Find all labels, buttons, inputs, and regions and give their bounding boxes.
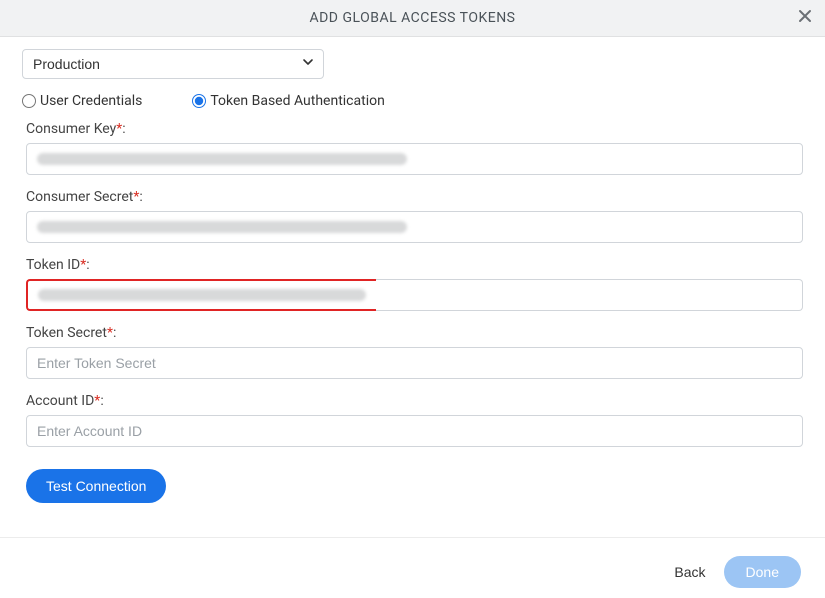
- consumer-secret-input[interactable]: [26, 211, 803, 243]
- environment-select-wrap: Production: [22, 49, 324, 79]
- consumer-secret-label: Consumer Secret*:: [26, 189, 803, 205]
- field-account-id: Account ID*:: [26, 393, 803, 447]
- radio-token-based-label: Token Based Authentication: [210, 93, 384, 109]
- dialog-header: ADD GLOBAL ACCESS TOKENS: [0, 0, 825, 37]
- radio-user-credentials[interactable]: User Credentials: [22, 93, 142, 109]
- dialog-body: Production User Credentials Token Based …: [0, 37, 825, 531]
- field-consumer-secret: Consumer Secret*:: [26, 189, 803, 243]
- token-id-input-highlight[interactable]: [26, 279, 376, 311]
- field-consumer-key: Consumer Key*:: [26, 121, 803, 175]
- radio-user-credentials-label: User Credentials: [40, 93, 142, 109]
- radio-user-credentials-input[interactable]: [22, 94, 36, 108]
- consumer-key-input[interactable]: [26, 143, 803, 175]
- redacted-value: [37, 221, 407, 233]
- dialog-footer: Back Done: [0, 538, 825, 598]
- test-connection-button[interactable]: Test Connection: [26, 469, 166, 503]
- back-button[interactable]: Back: [674, 564, 705, 580]
- redacted-value: [37, 153, 407, 165]
- token-secret-input[interactable]: [26, 347, 803, 379]
- token-id-label: Token ID*:: [26, 257, 803, 273]
- test-connection-wrap: Test Connection: [26, 461, 803, 511]
- form-section: Consumer Key*: Consumer Secret*: Token I…: [22, 121, 803, 511]
- field-token-id: Token ID*:: [26, 257, 803, 311]
- token-secret-label: Token Secret*:: [26, 325, 803, 341]
- account-id-label: Account ID*:: [26, 393, 803, 409]
- consumer-key-label: Consumer Key*:: [26, 121, 803, 137]
- token-id-input[interactable]: [376, 279, 803, 311]
- done-button[interactable]: Done: [724, 556, 801, 588]
- radio-token-based[interactable]: Token Based Authentication: [192, 93, 384, 109]
- account-id-input[interactable]: [26, 415, 803, 447]
- environment-select[interactable]: Production: [22, 49, 324, 79]
- field-token-secret: Token Secret*:: [26, 325, 803, 379]
- close-icon[interactable]: [797, 8, 813, 28]
- auth-type-radio-group: User Credentials Token Based Authenticat…: [22, 93, 803, 109]
- dialog-title: ADD GLOBAL ACCESS TOKENS: [309, 10, 515, 26]
- redacted-value: [38, 289, 366, 301]
- radio-token-based-input[interactable]: [192, 94, 206, 108]
